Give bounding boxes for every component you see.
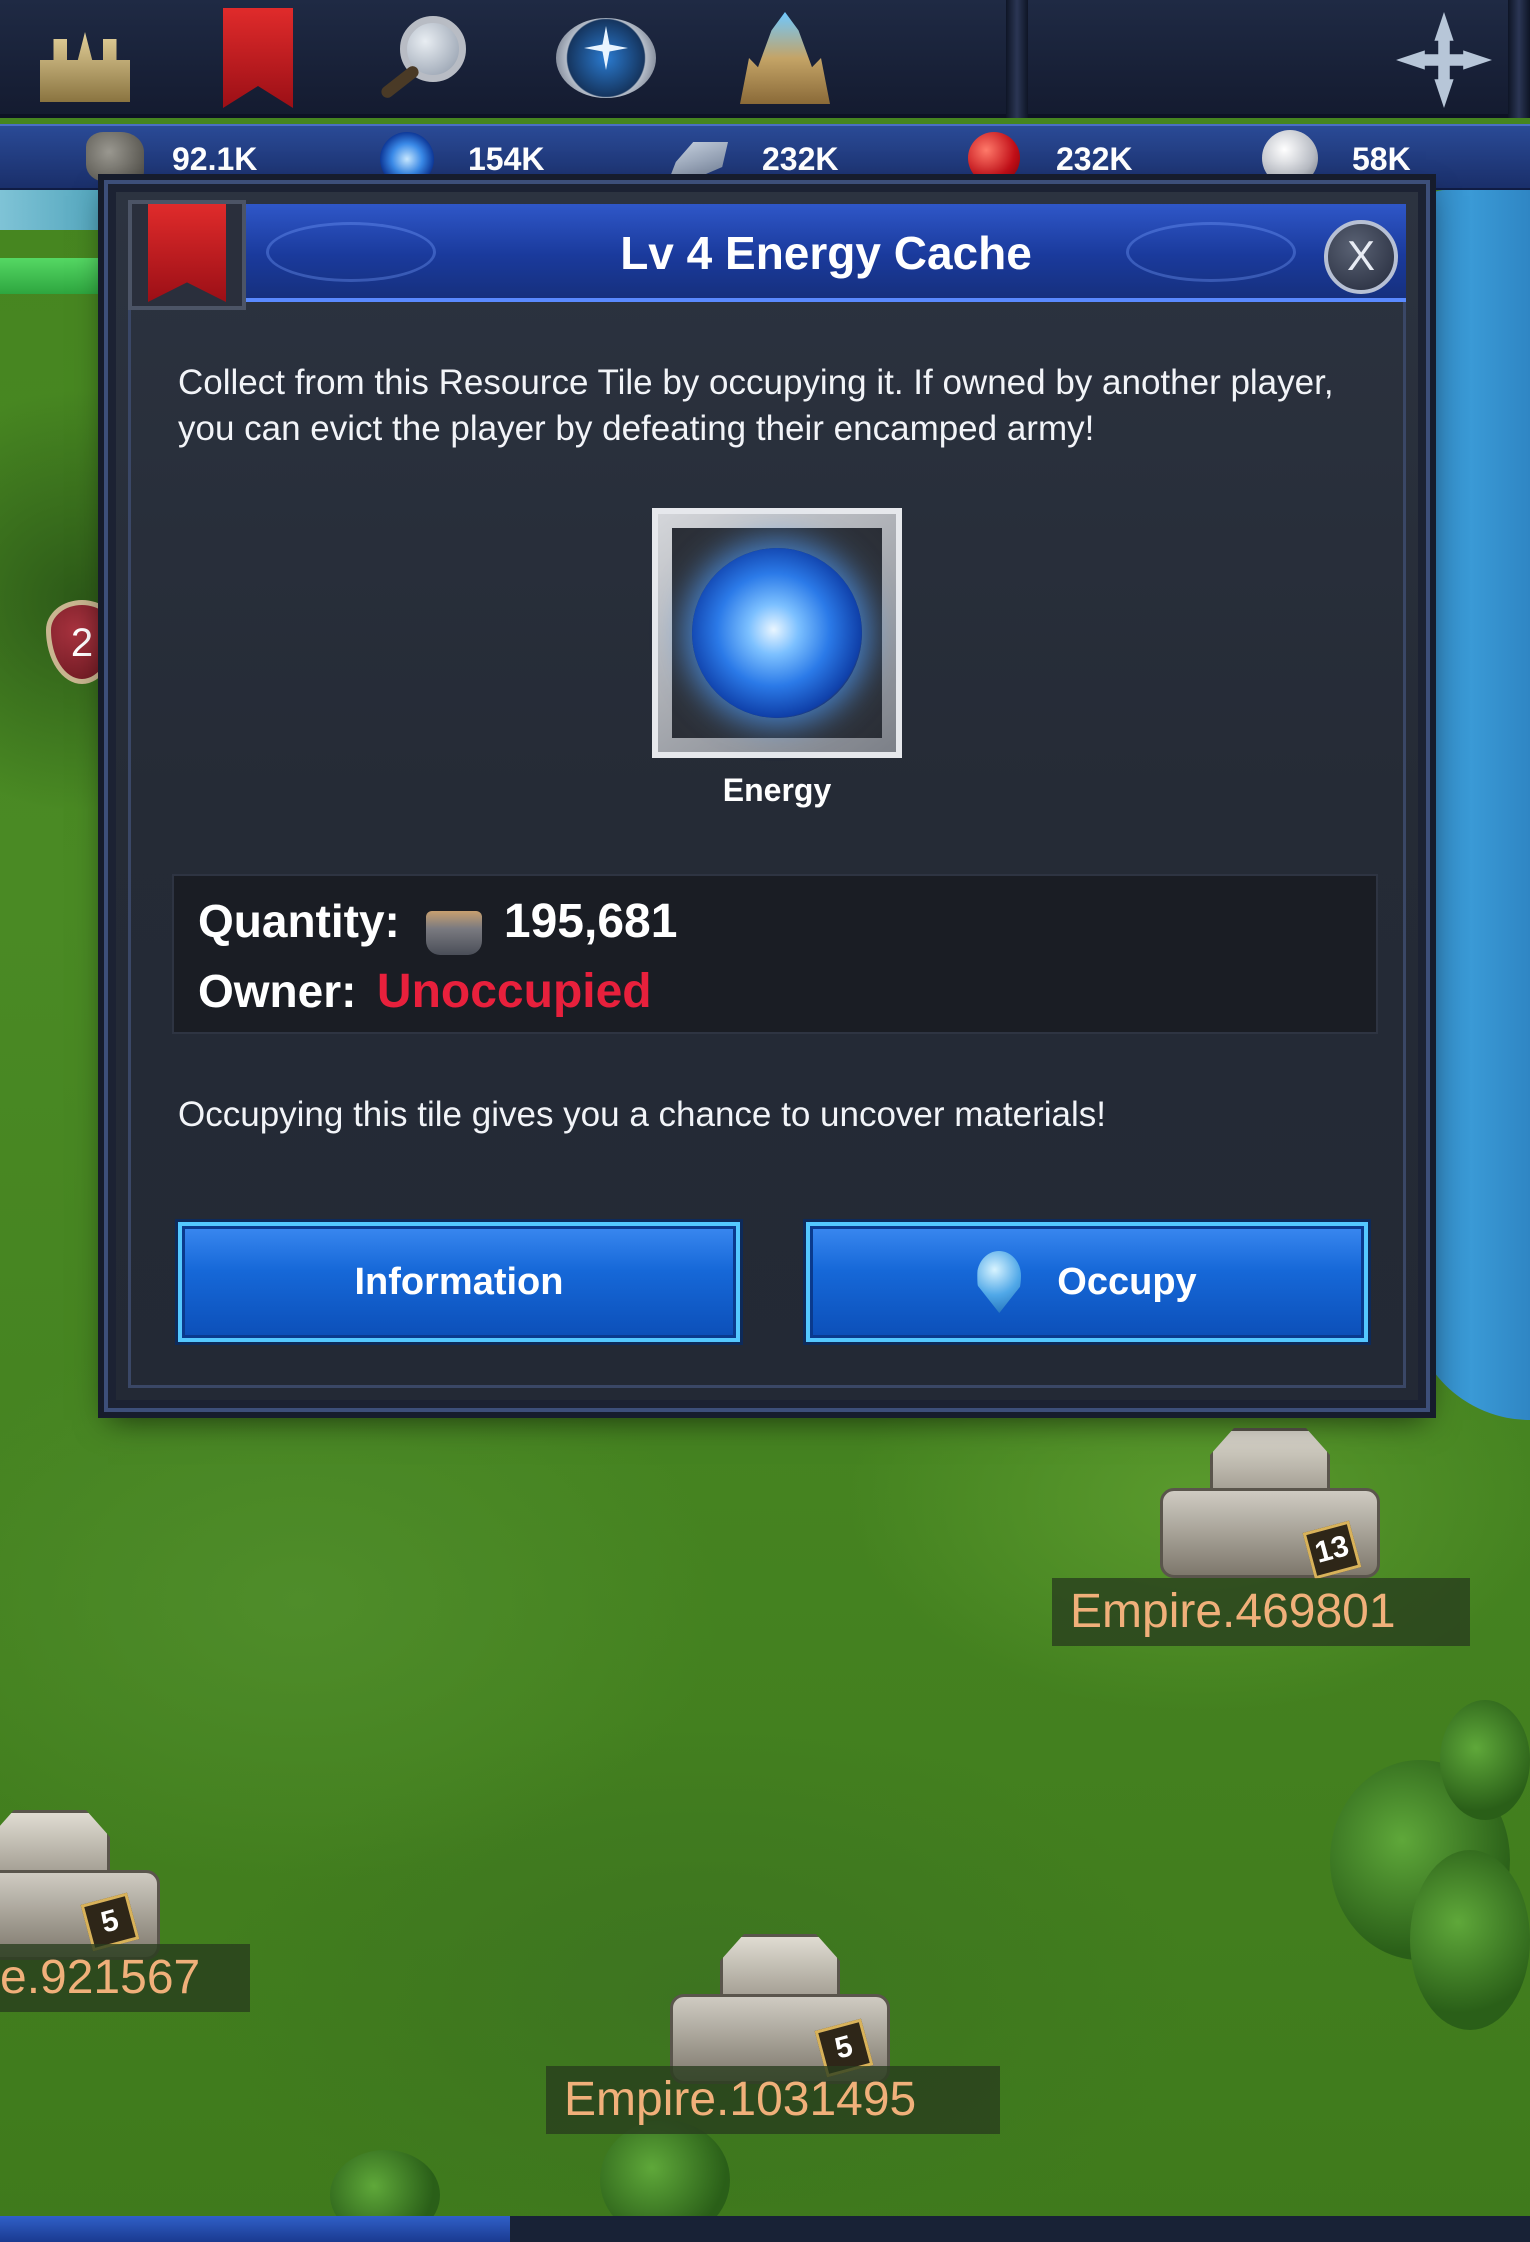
city-castle[interactable]: 5 [0,1810,180,1960]
water-area-left [0,190,120,230]
city-name-label[interactable]: Empire.1031495 [546,2066,1000,2134]
ore-icon [670,142,728,177]
city-castle[interactable]: 5 [650,1934,910,2084]
energy-orb-icon [692,548,862,718]
energy-icon [380,132,434,186]
quantity-value: 195,681 [503,895,678,948]
location-pin-icon [977,1251,1022,1313]
resource-value: 92.1K [172,141,258,177]
resource-tile-frame [672,528,882,738]
tree [1410,1850,1530,2030]
bookmark-button[interactable] [128,200,246,310]
bookmark-icon[interactable] [198,8,308,108]
city-name-label[interactable]: e.921567 [0,1944,250,2012]
owner-label: Owner: [198,965,357,1017]
bottom-bar-fill [0,2216,510,2242]
compass-icon[interactable] [546,8,656,108]
occupy-note: Occupying this tile gives you a chance t… [178,1095,1106,1134]
resource-name: Energy [722,772,832,808]
resource-value: 232K [1056,141,1133,177]
move-arrows-icon[interactable] [1376,8,1492,108]
owner-value: Unoccupied [376,965,652,1018]
resource-bar: 92.1K 154K 232K 232K 58K [0,124,1530,190]
magnifier-handle [378,63,422,101]
top-bar-divider [1508,0,1530,118]
dialog-title-bar: Lv 4 Energy Cache X [246,204,1406,302]
quantity-label: Quantity: [198,895,400,947]
information-button[interactable]: Information [178,1222,740,1342]
stone-icon [86,132,144,182]
search-icon[interactable] [370,8,480,108]
arrows-shape [1396,12,1492,108]
top-bar-divider [1006,0,1028,118]
tree [1440,1700,1530,1820]
palace-icon[interactable] [720,8,830,108]
castle-shape [40,32,130,102]
silver-icon [1262,130,1318,186]
bookmark-icon [148,204,226,302]
city-castle[interactable]: 13 [1140,1428,1400,1580]
food-icon [968,132,1020,184]
mine-cart-icon [425,910,482,955]
occupy-button-label: Occupy [1057,1260,1197,1303]
water-area [1410,190,1530,1420]
resource-tile-image [652,508,902,758]
resource-value: 232K [762,141,839,177]
castle-icon[interactable] [30,8,140,108]
top-navigation-bar [0,0,1530,118]
occupy-button[interactable]: Occupy [806,1222,1368,1342]
close-button[interactable]: X [1324,220,1398,294]
resource-value: 154K [468,141,545,177]
green-progress-bar [0,258,110,294]
dialog-title: Lv 4 Energy Cache [620,227,1032,279]
information-button-label: Information [354,1260,564,1303]
palace-shape [740,12,830,104]
quantity-row: Quantity: 195,681 [198,886,677,956]
resource-tile-dialog: Lv 4 Energy Cache X Collect from this Re… [108,184,1426,1408]
bookmark-shape [223,8,293,108]
city-name-label[interactable]: Empire.469801 [1052,1578,1470,1646]
owner-row: Owner: Unoccupied [198,956,652,1026]
tile-info-box: Quantity: 195,681 Owner: Unoccupied [172,874,1378,1034]
resource-value: 58K [1352,141,1411,177]
dialog-description: Collect from this Resource Tile by occup… [178,363,1334,448]
